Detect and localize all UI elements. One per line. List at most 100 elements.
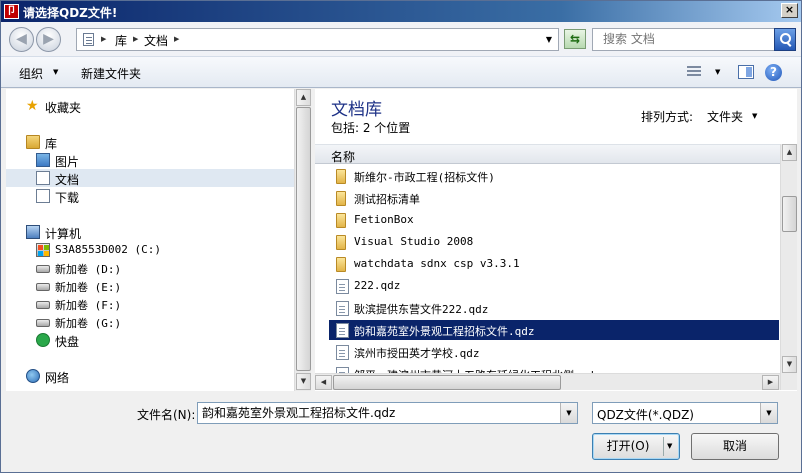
new-folder-button[interactable]: 新建文件夹 <box>81 65 141 82</box>
help-icon[interactable]: ? <box>765 64 782 81</box>
nav-item-drive-f[interactable]: 新加卷 (F:) <box>6 295 298 313</box>
file-name: 测试招标清单 <box>354 193 420 206</box>
scroll-up-button[interactable]: ▲ <box>782 144 797 161</box>
library-icon <box>26 135 40 149</box>
open-button[interactable]: 打开(O) ▼ <box>592 433 680 460</box>
search-box[interactable] <box>592 28 796 51</box>
file-name-combo[interactable]: ▼ <box>197 402 578 424</box>
file-name-input[interactable] <box>202 405 554 419</box>
file-icon <box>336 301 349 316</box>
nav-item-drive-g[interactable]: 新加卷 (G:) <box>6 313 298 331</box>
nav-item-label: 下载 <box>55 191 80 205</box>
drive-icon <box>36 265 50 273</box>
file-name: FetionBox <box>354 213 414 226</box>
chevron-down-icon[interactable]: ▼ <box>546 35 552 44</box>
arrange-by-label: 排列方式: <box>641 110 694 124</box>
content-vertical-scrollbar[interactable]: ▲ ▼ <box>780 144 797 390</box>
nav-item-favorites[interactable]: ★ 收藏夹 <box>6 97 298 115</box>
scroll-thumb[interactable] <box>782 196 797 232</box>
nav-item-libraries[interactable]: 库 <box>6 133 298 151</box>
list-item-selected[interactable]: 韵和嘉苑室外景观工程招标文件.qdz <box>329 320 779 340</box>
nav-item-documents[interactable]: 文档 <box>6 169 298 187</box>
list-item[interactable]: FetionBox <box>329 210 779 230</box>
list-item[interactable]: watchdata sdnx csp v3.3.1 <box>329 254 779 274</box>
close-button[interactable]: × <box>781 3 798 18</box>
breadcrumb-arrow-icon[interactable]: ▶ <box>101 35 106 43</box>
search-input[interactable] <box>603 32 763 46</box>
list-item[interactable]: 测试招标清单 <box>329 188 779 208</box>
scroll-left-button[interactable]: ◀ <box>315 375 332 390</box>
cancel-button[interactable]: 取消 <box>691 433 779 460</box>
list-item[interactable]: 耿滨提供东营文件222.qdz <box>329 298 779 318</box>
nav-item-pictures[interactable]: 图片 <box>6 151 298 169</box>
chevron-down-icon[interactable]: ▼ <box>752 112 757 120</box>
scroll-thumb[interactable] <box>296 107 311 371</box>
kuaipan-icon <box>36 333 50 347</box>
breadcrumb-arrow-icon[interactable]: ▶ <box>174 35 179 43</box>
file-open-dialog: 卩 请选择QDZ文件! × ◀ ▶ ▶ 库 ▶ 文档 ▶ ▼ ⇆ 组织 ▼ 新建… <box>0 0 802 473</box>
chevron-down-icon[interactable]: ▼ <box>667 434 672 459</box>
folder-icon <box>336 169 346 184</box>
nav-item-label: 新加卷 (G:) <box>55 317 122 330</box>
search-icon[interactable] <box>774 28 796 51</box>
organize-button[interactable]: 组织 <box>19 65 43 82</box>
scroll-down-button[interactable]: ▼ <box>296 373 311 390</box>
nav-item-label: 新加卷 (F:) <box>55 299 122 312</box>
nav-item-drive-c[interactable]: S3A8553D002 (C:) <box>6 241 298 259</box>
nav-item-label: S3A8553D002 (C:) <box>55 243 161 256</box>
view-list-icon[interactable] <box>687 66 701 78</box>
nav-item-label: 图片 <box>55 155 80 169</box>
app-icon: 卩 <box>4 4 19 19</box>
breadcrumb-library[interactable]: 库 <box>115 32 127 49</box>
forward-button[interactable]: ▶ <box>36 27 61 52</box>
file-type-select[interactable]: QDZ文件(*.QDZ) ▼ <box>592 402 778 424</box>
nav-item-drive-d[interactable]: 新加卷 (D:) <box>6 259 298 277</box>
content-horizontal-scrollbar[interactable]: ◀ ▶ <box>315 373 780 390</box>
title-bar[interactable]: 卩 请选择QDZ文件! × <box>1 1 801 22</box>
scroll-right-button[interactable]: ▶ <box>762 375 779 390</box>
window-title: 请选择QDZ文件! <box>23 6 118 20</box>
list-item[interactable]: 滨州市授田英才学校.qdz <box>329 342 779 362</box>
column-header-name[interactable]: 名称 <box>315 144 780 164</box>
open-button-label: 打开(O) <box>606 439 650 453</box>
breadcrumb-arrow-icon[interactable]: ▶ <box>133 35 138 43</box>
back-button[interactable]: ◀ <box>9 27 34 52</box>
nav-item-label: 快盘 <box>55 335 80 349</box>
nav-item-kuaipan[interactable]: 快盘 <box>6 331 298 349</box>
nav-item-network[interactable]: 网络 <box>6 367 298 385</box>
arrange-by-dropdown[interactable]: 文件夹 <box>707 108 743 125</box>
nav-item-downloads[interactable]: 下载 <box>6 187 298 205</box>
file-icon <box>336 323 349 338</box>
library-title: 文档库 <box>331 100 382 120</box>
file-name: Visual Studio 2008 <box>354 235 474 248</box>
list-item[interactable]: 斯维尔-市政工程(招标文件) <box>329 166 779 186</box>
nav-item-label: 新加卷 (E:) <box>55 281 122 294</box>
nav-item-label: 库 <box>45 137 58 151</box>
library-subtitle[interactable]: 包括: 2 个位置 <box>331 119 410 136</box>
nav-item-computer[interactable]: 计算机 <box>6 223 298 241</box>
chevron-down-icon[interactable]: ▼ <box>53 68 58 76</box>
nav-scrollbar[interactable]: ▲ ▼ <box>294 89 311 391</box>
file-icon <box>336 345 349 360</box>
breadcrumb-documents[interactable]: 文档 <box>144 32 168 49</box>
nav-item-drive-e[interactable]: 新加卷 (E:) <box>6 277 298 295</box>
nav-item-label: 文档 <box>55 173 80 187</box>
folder-icon <box>336 257 346 272</box>
file-name: 斯维尔-市政工程(招标文件) <box>354 171 495 184</box>
pictures-icon <box>36 153 50 167</box>
list-item[interactable]: 222.qdz <box>329 276 779 296</box>
refresh-button[interactable]: ⇆ <box>564 29 586 49</box>
file-icon <box>336 279 349 294</box>
chevron-down-icon[interactable]: ▼ <box>760 403 777 423</box>
preview-pane-icon[interactable] <box>738 65 754 79</box>
address-bar[interactable]: ▶ 库 ▶ 文档 ▶ ▼ <box>76 28 559 51</box>
file-name: watchdata sdnx csp v3.3.1 <box>354 257 520 270</box>
content-pane: 文档库 包括: 2 个位置 排列方式: 文件夹 ▼ 名称 斯维尔-市政工程(招标… <box>315 89 797 391</box>
document-icon <box>36 171 50 185</box>
chevron-down-icon[interactable]: ▼ <box>715 68 720 76</box>
scroll-thumb[interactable] <box>333 375 561 390</box>
scroll-down-button[interactable]: ▼ <box>782 356 797 373</box>
list-item[interactable]: Visual Studio 2008 <box>329 232 779 252</box>
chevron-down-icon[interactable]: ▼ <box>560 403 577 423</box>
scroll-up-button[interactable]: ▲ <box>296 89 311 106</box>
